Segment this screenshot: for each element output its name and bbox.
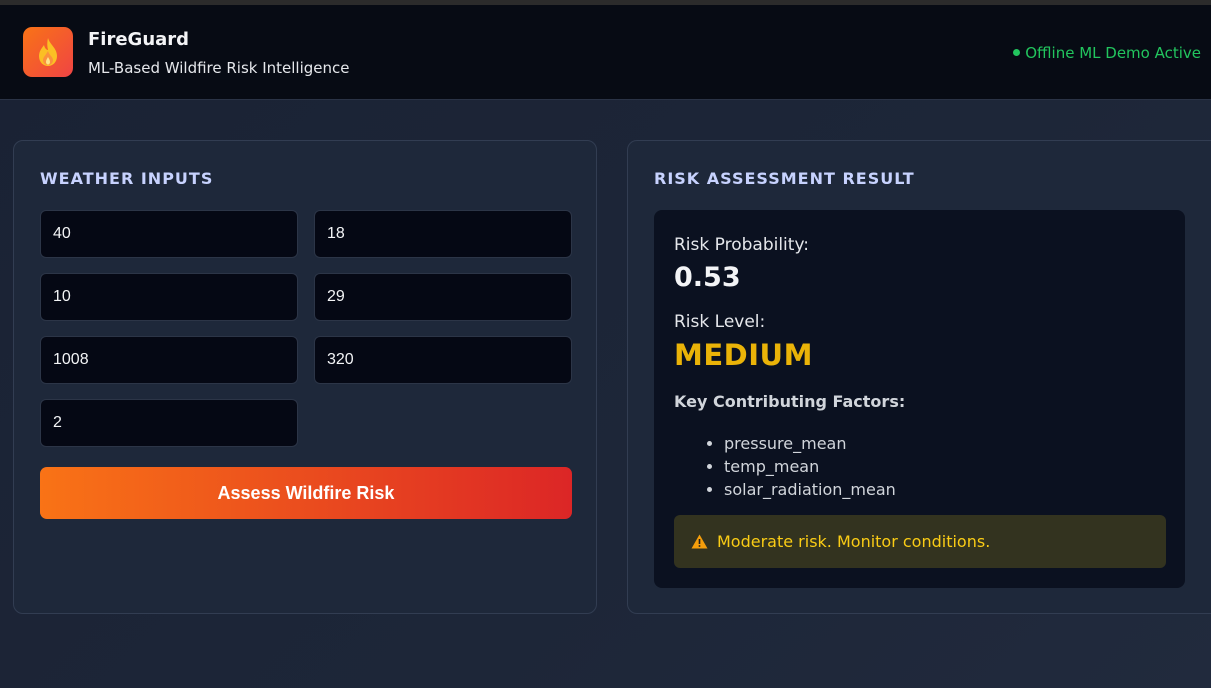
risk-level-label: Risk Level: <box>674 312 766 332</box>
factor-item: temp_mean <box>704 455 896 478</box>
weather-inputs-panel: WEATHER INPUTS Assess Wildfire Risk <box>13 140 597 614</box>
weather-input-1[interactable] <box>40 210 298 258</box>
weather-input-5[interactable] <box>40 336 298 384</box>
weather-input-7[interactable] <box>40 399 298 447</box>
factor-item: pressure_mean <box>704 432 896 455</box>
weather-input-3[interactable] <box>40 273 298 321</box>
assess-wildfire-risk-button[interactable]: Assess Wildfire Risk <box>40 467 572 519</box>
app-logo <box>23 27 73 77</box>
weather-input-2[interactable] <box>314 210 572 258</box>
flame-icon <box>39 38 57 66</box>
status-indicator: Offline ML Demo Active <box>1013 44 1201 62</box>
risk-probability-label: Risk Probability: <box>674 235 809 255</box>
weather-input-4[interactable] <box>314 273 572 321</box>
app-title: FireGuard <box>88 29 190 50</box>
factors-title: Key Contributing Factors: <box>674 392 906 411</box>
factor-item: solar_radiation_mean <box>704 478 896 501</box>
status-text: Offline ML Demo Active <box>1025 44 1201 62</box>
weather-inputs-title: WEATHER INPUTS <box>40 169 214 188</box>
risk-warning-banner: Moderate risk. Monitor conditions. <box>674 515 1166 568</box>
risk-level-value: MEDIUM <box>674 338 813 372</box>
app-header: FireGuard ML-Based Wildfire Risk Intelli… <box>0 5 1211 100</box>
status-dot-icon <box>1013 49 1021 56</box>
app-subtitle: ML-Based Wildfire Risk Intelligence <box>88 59 350 77</box>
risk-result-title: RISK ASSESSMENT RESULT <box>654 169 915 188</box>
risk-probability-value: 0.53 <box>674 262 741 293</box>
factors-list: pressure_mean temp_mean solar_radiation_… <box>704 432 896 501</box>
weather-input-6[interactable] <box>314 336 572 384</box>
result-box: Risk Probability: 0.53 Risk Level: MEDIU… <box>654 210 1185 588</box>
risk-result-panel: RISK ASSESSMENT RESULT Risk Probability:… <box>627 140 1211 614</box>
warning-icon <box>691 534 708 549</box>
warning-text: Moderate risk. Monitor conditions. <box>717 532 991 551</box>
